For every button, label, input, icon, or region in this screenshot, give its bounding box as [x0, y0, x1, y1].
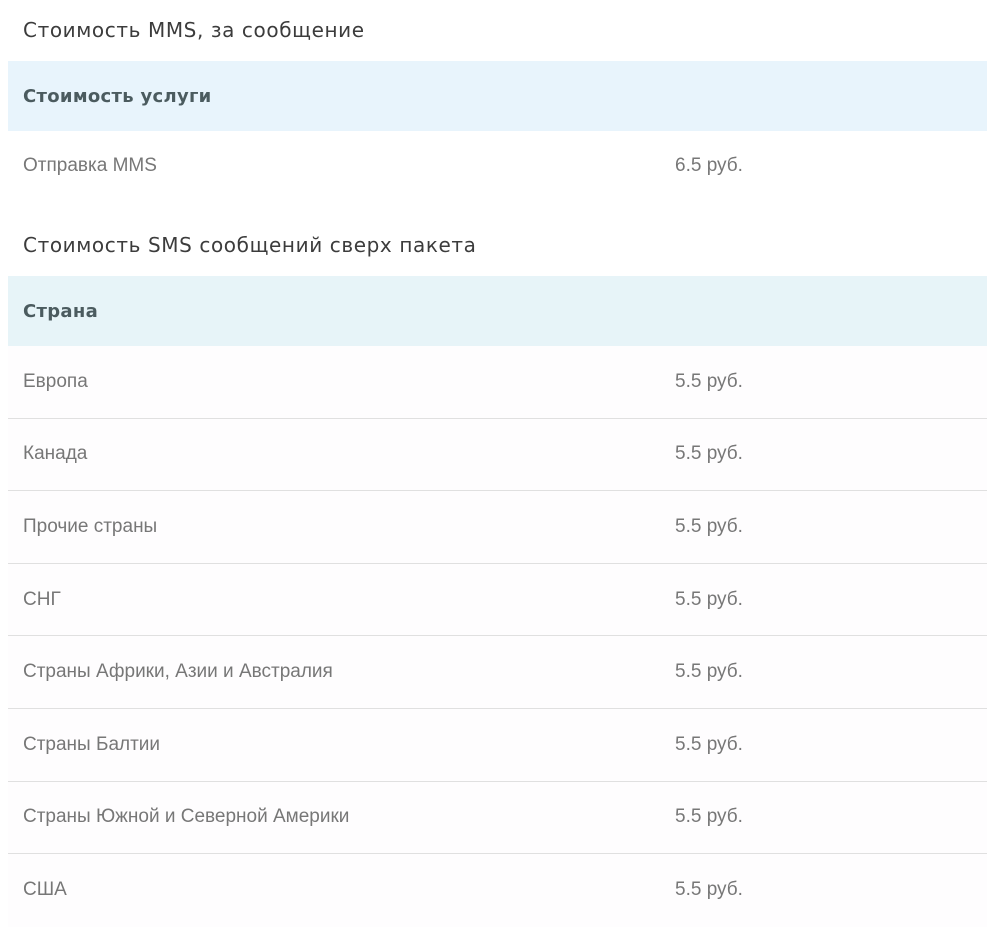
country-price: 5.5 руб. [675, 588, 743, 610]
country-price: 5.5 руб. [675, 806, 743, 828]
table-row: Страны Южной и Северной Америки 5.5 руб. [8, 781, 987, 855]
country-price: 5.5 руб. [675, 661, 743, 683]
table-row: СНГ 5.5 руб. [8, 563, 987, 637]
sms-price-table: Страна Европа 5.5 руб. Канада 5.5 руб. П… [8, 276, 987, 927]
mms-table-header: Стоимость услуги [8, 61, 987, 131]
table-row: Отправка MMS 6.5 руб. [8, 131, 987, 201]
country-name: США [23, 879, 67, 901]
table-row: Канада 5.5 руб. [8, 418, 987, 492]
sms-table-header: Страна [8, 276, 987, 346]
country-name: Страны Балтии [23, 733, 161, 755]
country-name: Канада [23, 443, 88, 465]
table-row: Страны Африки, Азии и Австралия 5.5 руб. [8, 636, 987, 709]
country-price: 5.5 руб. [675, 370, 743, 392]
country-name: СНГ [23, 588, 61, 610]
country-name: Европа [23, 370, 88, 392]
country-price: 5.5 руб. [675, 515, 743, 537]
mms-price-table: Стоимость услуги Отправка MMS 6.5 руб. [8, 61, 987, 201]
mms-header-label: Стоимость услуги [23, 85, 212, 107]
country-price: 5.5 руб. [675, 733, 743, 755]
sms-header-label: Страна [23, 300, 99, 322]
service-price: 6.5 руб. [675, 155, 743, 176]
table-row: США 5.5 руб. [8, 854, 987, 927]
country-price: 5.5 руб. [675, 879, 743, 901]
table-row: Европа 5.5 руб. [8, 346, 987, 419]
country-name: Прочие страны [23, 515, 158, 537]
table-row: Прочие страны 5.5 руб. [8, 491, 987, 564]
mms-section-title: Стоимость MMS, за сообщение [23, 18, 365, 42]
country-price: 5.5 руб. [675, 443, 743, 465]
service-name: Отправка MMS [23, 155, 157, 176]
country-name: Страны Африки, Азии и Австралия [23, 661, 333, 683]
sms-section-title: Стоимость SMS сообщений сверх пакета [23, 233, 477, 257]
country-name: Страны Южной и Северной Америки [23, 806, 350, 828]
table-row: Страны Балтии 5.5 руб. [8, 708, 987, 782]
